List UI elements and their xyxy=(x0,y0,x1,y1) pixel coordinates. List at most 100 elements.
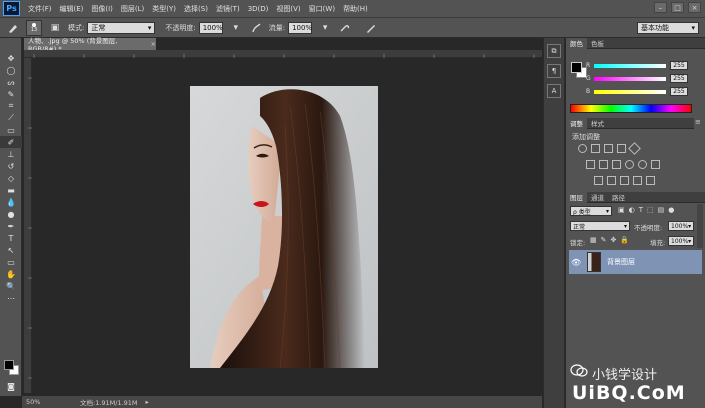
crop-tool-icon[interactable]: ⌗ xyxy=(0,100,22,112)
vertical-ruler[interactable] xyxy=(24,58,32,393)
brush-tool-icon[interactable]: ✐ xyxy=(0,136,22,148)
document-info[interactable]: 文档:1.91M/1.91M xyxy=(80,397,138,407)
close-button[interactable]: × xyxy=(688,2,701,13)
lock-transparent-icon[interactable]: ▦ xyxy=(590,236,597,244)
blend-mode-select[interactable]: 正常 ▾ xyxy=(570,221,630,231)
blue-slider[interactable] xyxy=(594,89,666,94)
horizontal-ruler[interactable] xyxy=(24,50,542,58)
curves-adjust-icon[interactable] xyxy=(604,144,613,153)
dodge-tool-icon[interactable]: ● xyxy=(0,208,22,220)
visibility-eye-icon[interactable]: 👁 xyxy=(571,258,583,267)
menu-file[interactable]: 文件(F) xyxy=(28,4,52,14)
actions-panel-icon[interactable]: ¶ xyxy=(547,64,561,78)
fg-bg-preview[interactable] xyxy=(571,62,587,78)
pressure-opacity-icon[interactable]: ▾ xyxy=(229,21,243,35)
blur-tool-icon[interactable]: 💧 xyxy=(0,196,22,208)
channel-mixer-icon[interactable] xyxy=(638,160,647,169)
hand-tool-icon[interactable]: ✋ xyxy=(0,268,22,280)
menu-view[interactable]: 视图(V) xyxy=(276,4,300,14)
menu-3d[interactable]: 3D(D) xyxy=(248,5,269,13)
opacity-input[interactable]: 100% xyxy=(198,21,223,34)
red-value-input[interactable]: 255 xyxy=(670,61,688,70)
eraser-tool-icon[interactable]: ◇ xyxy=(0,172,22,184)
layer-thumbnail[interactable] xyxy=(587,252,601,272)
menu-edit[interactable]: 编辑(E) xyxy=(60,4,84,14)
black-white-icon[interactable] xyxy=(612,160,621,169)
menu-filter[interactable]: 滤镜(T) xyxy=(216,4,240,14)
photo-filter-icon[interactable] xyxy=(625,160,634,169)
tab-color[interactable]: 颜色 xyxy=(566,37,587,49)
filter-shape-icon[interactable]: ⬚ xyxy=(647,206,654,214)
canvas-photo[interactable] xyxy=(190,86,378,368)
history-panel-icon[interactable]: ⧉ xyxy=(547,44,561,58)
workspace-select[interactable]: 基本功能 ▾ xyxy=(637,22,699,34)
menu-type[interactable]: 类型(Y) xyxy=(152,4,176,14)
color-spectrum-bar[interactable] xyxy=(570,104,692,113)
brush-preset-picker[interactable]: 13 xyxy=(26,19,42,36)
panel-scrollbar[interactable] xyxy=(697,204,703,248)
healing-brush-icon[interactable]: ▭ xyxy=(0,124,22,136)
type-tool-icon[interactable]: T xyxy=(0,232,22,244)
tab-swatches[interactable]: 色板 xyxy=(587,38,608,49)
color-lookup-icon[interactable] xyxy=(651,160,660,169)
flow-dropdown-icon[interactable]: ▾ xyxy=(318,21,332,35)
menu-window[interactable]: 窗口(W) xyxy=(309,4,335,14)
green-slider[interactable] xyxy=(594,76,666,81)
foreground-color[interactable] xyxy=(4,360,14,370)
color-swatches[interactable] xyxy=(0,358,22,380)
clone-stamp-icon[interactable]: ⊥ xyxy=(0,148,22,160)
mode-select[interactable]: 正常 ▾ xyxy=(87,21,156,34)
flow-input[interactable]: 100% xyxy=(288,21,312,34)
character-panel-icon[interactable]: A xyxy=(547,84,561,98)
tab-styles[interactable]: 样式 xyxy=(587,118,608,129)
minimize-button[interactable]: – xyxy=(654,2,667,13)
filter-smart-icon[interactable]: ▤ xyxy=(658,206,665,214)
tab-layers[interactable]: 图层 xyxy=(566,191,587,203)
lock-pixels-icon[interactable]: ✎ xyxy=(601,236,607,244)
pen-size-pressure-icon[interactable] xyxy=(364,21,378,35)
filter-toggle-icon[interactable]: ● xyxy=(668,206,674,214)
path-select-icon[interactable]: ↖ xyxy=(0,244,22,256)
history-brush-icon[interactable]: ↺ xyxy=(0,160,22,172)
lock-all-icon[interactable]: 🔒 xyxy=(620,236,629,244)
posterize-icon[interactable] xyxy=(607,176,616,185)
brush-tool-icon[interactable] xyxy=(6,21,20,35)
menu-image[interactable]: 图像(I) xyxy=(91,4,113,14)
invert-icon[interactable] xyxy=(594,176,603,185)
selective-color-icon[interactable] xyxy=(646,176,655,185)
menu-help[interactable]: 帮助(H) xyxy=(343,4,368,14)
pen-pressure-icon[interactable] xyxy=(249,21,263,35)
airbrush-icon[interactable] xyxy=(338,21,352,35)
layer-filter-select[interactable]: ρ 类型 ▾ xyxy=(570,206,612,216)
foreground-color[interactable] xyxy=(571,62,582,73)
menu-select[interactable]: 选择(S) xyxy=(184,4,208,14)
red-slider[interactable] xyxy=(594,63,666,68)
maximize-button[interactable]: □ xyxy=(671,2,684,13)
pen-tool-icon[interactable]: ✒ xyxy=(0,220,22,232)
fill-input[interactable]: 100% ▾ xyxy=(668,236,694,246)
filter-adjust-icon[interactable]: ◐ xyxy=(629,206,635,214)
close-document-icon[interactable]: × xyxy=(151,40,156,48)
quick-mask-icon[interactable]: ◙ xyxy=(0,380,22,392)
zoom-tool-icon[interactable]: 🔍 xyxy=(0,280,22,292)
gradient-map-icon[interactable] xyxy=(633,176,642,185)
brightness-adjust-icon[interactable] xyxy=(578,144,587,153)
color-balance-icon[interactable] xyxy=(599,160,608,169)
brush-panel-toggle-icon[interactable]: ▣ xyxy=(48,21,62,35)
layer-name[interactable]: 背景图层 xyxy=(607,257,635,267)
document-tab[interactable]: 人物、.jpg @ 50% (背景图层, RGB/8#) * × xyxy=(24,37,156,53)
hue-saturation-icon[interactable] xyxy=(586,160,595,169)
gradient-tool-icon[interactable]: ▬ xyxy=(0,184,22,196)
move-tool-icon[interactable]: ✥ xyxy=(0,52,22,64)
vibrance-adjust-icon[interactable] xyxy=(628,142,641,155)
lock-position-icon[interactable]: ✥ xyxy=(611,236,617,244)
green-value-input[interactable]: 255 xyxy=(670,74,688,83)
zoom-level[interactable]: 50% xyxy=(26,398,50,406)
marquee-tool-icon[interactable]: ◯ xyxy=(0,64,22,76)
tab-paths[interactable]: 路径 xyxy=(608,192,629,203)
filter-pixel-icon[interactable]: ▣ xyxy=(618,206,625,214)
shape-tool-icon[interactable]: ▭ xyxy=(0,256,22,268)
status-arrow-icon[interactable]: ▸ xyxy=(146,398,149,406)
exposure-adjust-icon[interactable] xyxy=(617,144,626,153)
filter-type-icon[interactable]: T xyxy=(639,206,643,214)
